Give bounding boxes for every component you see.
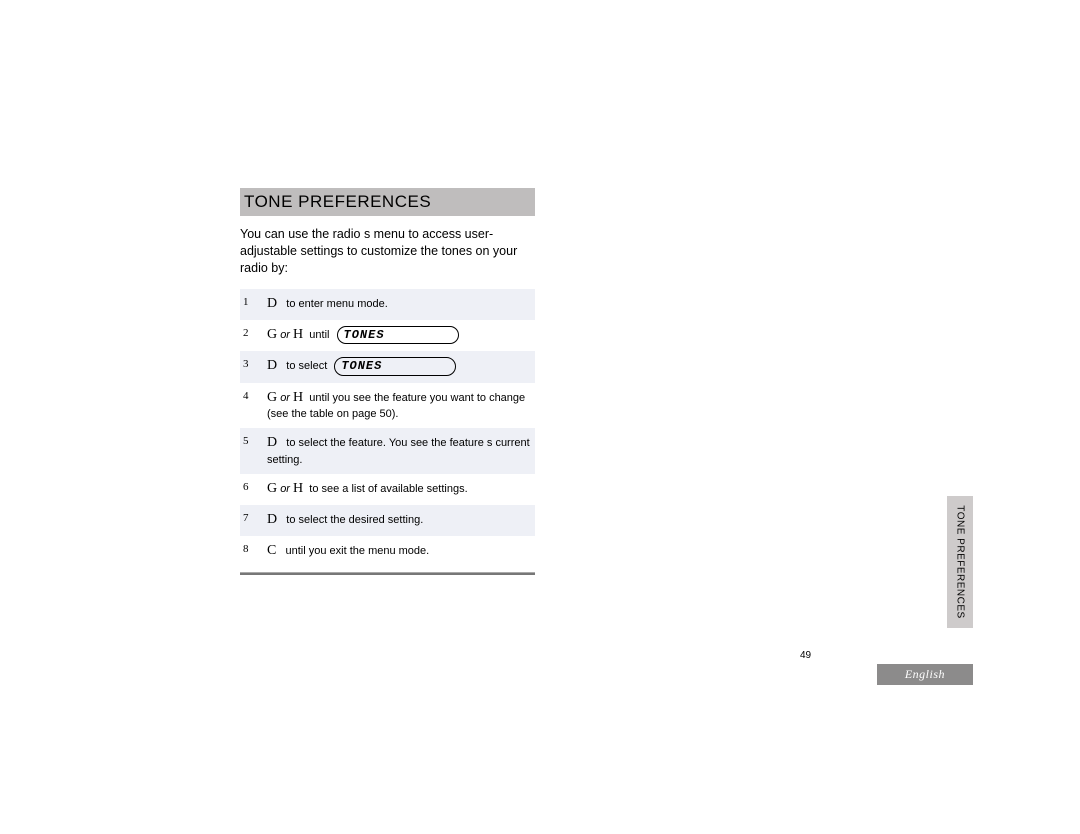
- lcd-text: TONES: [344, 328, 385, 342]
- step-number: 5: [240, 428, 264, 473]
- steps-table: 1 D to enter menu mode. 2 G or H until T…: [240, 289, 535, 568]
- step-cell: D to enter menu mode.: [264, 289, 535, 320]
- lcd-display: TONES: [334, 357, 456, 376]
- key-g: G: [267, 327, 277, 342]
- step-cell: G or H until TONES: [264, 320, 535, 352]
- divider: [240, 573, 535, 575]
- step-row: 4 G or H until you see the feature you w…: [240, 383, 535, 428]
- lcd-display: TONES: [337, 326, 459, 345]
- page: TONE PREFERENCES You can use the radio s…: [0, 0, 1080, 834]
- side-tab: TONE PREFERENCES: [947, 496, 973, 628]
- step-cell: D to select the desired setting.: [264, 505, 535, 536]
- step-cell: G or H to see a list of available settin…: [264, 474, 535, 505]
- key-h: H: [293, 390, 303, 405]
- key-g: G: [267, 481, 277, 496]
- side-tab-label: TONE PREFERENCES: [955, 505, 966, 618]
- step-number: 8: [240, 536, 264, 567]
- lcd-text: TONES: [341, 359, 382, 373]
- step-text: to select: [286, 361, 327, 373]
- step-text: until you see the feature you want to ch…: [267, 392, 525, 420]
- section-heading: TONE PREFERENCES: [244, 192, 431, 211]
- step-row: 6 G or H to see a list of available sett…: [240, 474, 535, 505]
- step-row: 3 D to select TONES: [240, 351, 535, 383]
- step-text: until you exit the menu mode.: [286, 545, 430, 557]
- or-text: or: [280, 483, 290, 495]
- step-row: 7 D to select the desired setting.: [240, 505, 535, 536]
- key-d: D: [267, 359, 277, 374]
- step-cell: C until you exit the menu mode.: [264, 536, 535, 567]
- or-text: or: [280, 329, 290, 341]
- key-h: H: [293, 327, 303, 342]
- step-row: 5 D to select the feature. You see the f…: [240, 428, 535, 473]
- key-g: G: [267, 390, 277, 405]
- key-d: D: [267, 512, 277, 527]
- key-c: C: [267, 543, 276, 558]
- main-column: TONE PREFERENCES You can use the radio s…: [240, 188, 535, 575]
- section-heading-bar: TONE PREFERENCES: [240, 188, 535, 216]
- key-d: D: [267, 435, 277, 450]
- language-box: English: [877, 664, 973, 685]
- step-cell: D to select TONES: [264, 351, 535, 383]
- or-text: or: [280, 392, 290, 404]
- key-d: D: [267, 296, 277, 311]
- step-row: 1 D to enter menu mode.: [240, 289, 535, 320]
- step-cell: G or H until you see the feature you wan…: [264, 383, 535, 428]
- step-number: 2: [240, 320, 264, 352]
- step-number: 7: [240, 505, 264, 536]
- step-text: to enter menu mode.: [286, 298, 388, 310]
- step-text: to see a list of available settings.: [309, 483, 467, 495]
- step-text: until: [309, 329, 329, 341]
- step-cell: D to select the feature. You see the fea…: [264, 428, 535, 473]
- key-h: H: [293, 481, 303, 496]
- step-number: 3: [240, 351, 264, 383]
- step-row: 8 C until you exit the menu mode.: [240, 536, 535, 567]
- step-text: to select the feature. You see the featu…: [267, 437, 530, 465]
- page-number: 49: [800, 650, 811, 661]
- step-number: 6: [240, 474, 264, 505]
- step-text: to select the desired setting.: [286, 514, 423, 526]
- step-number: 4: [240, 383, 264, 428]
- intro-paragraph: You can use the radio s menu to access u…: [240, 226, 535, 277]
- step-row: 2 G or H until TONES: [240, 320, 535, 352]
- step-number: 1: [240, 289, 264, 320]
